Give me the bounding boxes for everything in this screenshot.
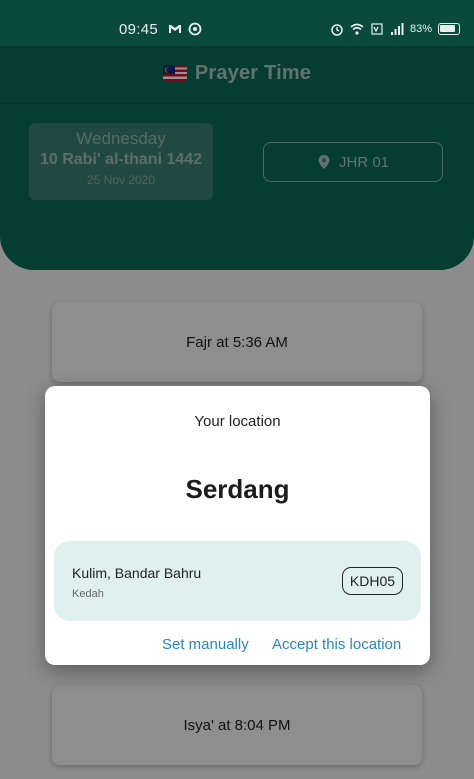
detected-city: Serdang [185,474,290,504]
location-dialog: Your location Serdang Kulim, Bandar Bahr… [45,386,430,665]
status-left-icons [168,22,202,36]
signal-icon [391,23,404,35]
location-suggestion[interactable]: Kulim, Bandar Bahru Kedah KDH05 [54,541,421,621]
dialog-actions: Set manually Accept this location [45,636,430,656]
volte-icon [371,23,383,35]
wifi-icon [350,23,364,35]
battery-percentage: 83% [410,23,433,35]
sync-icon [188,22,202,36]
alarm-icon [331,24,343,36]
status-right-icons: 83% [330,22,461,36]
location-name: Kulim, Bandar Bahru [72,565,202,581]
battery-icon [438,23,461,35]
set-manually-button[interactable]: Set manually [162,636,249,653]
zone-code-badge: KDH05 [342,567,403,595]
gmail-icon [169,25,181,33]
status-time: 09:45 [119,21,159,38]
status-bar: 09:45 83% [0,0,474,46]
location-state: Kedah [72,588,104,600]
accept-location-button[interactable]: Accept this location [272,636,401,653]
dialog-title: Your location [194,413,281,430]
